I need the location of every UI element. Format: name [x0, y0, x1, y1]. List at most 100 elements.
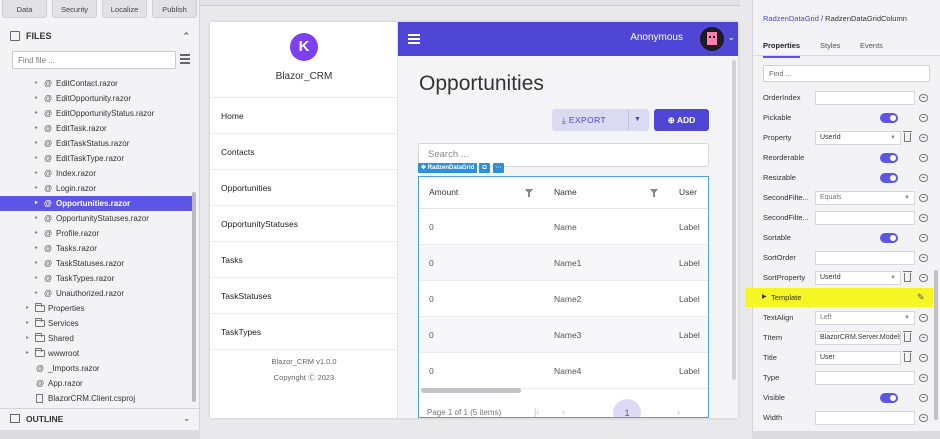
files-header[interactable]: FILES ⌃ — [0, 26, 200, 46]
table-row[interactable]: 0 Name2 Label — [419, 281, 708, 317]
link-icon[interactable] — [919, 354, 928, 362]
data-button[interactable]: Data — [2, 0, 47, 18]
nav-item-taskstatuses[interactable]: TaskStatuses — [210, 278, 398, 314]
page-number[interactable]: 1 — [613, 399, 641, 417]
property-select[interactable]: UserId ▼ — [815, 271, 901, 285]
chevron-right-icon[interactable]: ▸ — [35, 226, 38, 241]
chevron-right-icon[interactable]: ▸ — [26, 346, 29, 361]
link-icon[interactable] — [919, 394, 928, 402]
security-button[interactable]: Security — [52, 0, 97, 18]
file-item[interactable]: ▸ @ OpportunityStatuses.razor — [0, 211, 192, 226]
column-header-name[interactable]: Name — [554, 177, 577, 207]
chevron-up-icon[interactable]: ⌃ — [182, 31, 190, 42]
property-toggle[interactable] — [880, 113, 898, 123]
more-icon[interactable]: ⋯ — [493, 163, 504, 173]
link-icon[interactable] — [919, 274, 928, 282]
canvas-scrollbar[interactable] — [732, 60, 736, 380]
chevron-right-icon[interactable]: ▸ — [35, 196, 38, 211]
link-icon[interactable] — [919, 114, 928, 122]
property-select[interactable]: Equals ▼ — [815, 191, 915, 205]
file-item[interactable]: ▸ @ TaskTypes.razor — [0, 271, 192, 286]
next-page-icon[interactable]: › — [677, 407, 680, 417]
chevron-right-icon[interactable]: ▸ — [26, 301, 29, 316]
chevron-right-icon[interactable]: ▸ — [35, 76, 38, 91]
chevron-down-icon[interactable]: ⌄ — [183, 414, 190, 423]
link-icon[interactable] — [919, 194, 928, 202]
link-icon[interactable] — [919, 334, 928, 342]
file-item[interactable]: ▸ @ Tasks.razor — [0, 241, 192, 256]
filter-list-icon[interactable] — [180, 54, 190, 65]
link-icon[interactable] — [919, 174, 928, 182]
trash-icon[interactable] — [903, 271, 912, 282]
tab-styles[interactable]: Styles — [820, 36, 840, 56]
property-select[interactable]: UserId ▼ — [815, 131, 901, 145]
chevron-right-icon[interactable]: ▸ — [35, 286, 38, 301]
trash-icon[interactable] — [903, 131, 912, 142]
nav-item-tasks[interactable]: Tasks — [210, 242, 398, 278]
nav-item-opportunities[interactable]: Opportunities — [210, 170, 398, 206]
grid-h-scrollbar[interactable] — [421, 388, 521, 393]
chevron-right-icon[interactable]: ▸ — [35, 121, 38, 136]
link-icon[interactable] — [919, 414, 928, 422]
expand-arrow-icon[interactable]: ▶ — [762, 288, 767, 307]
chevron-right-icon[interactable]: ▸ — [35, 271, 38, 286]
property-input[interactable]: BlazorCRM.Server.Models.I — [815, 331, 901, 345]
file-item[interactable]: ▸ @ EditTask.razor — [0, 121, 192, 136]
table-row[interactable]: 0 Name Label — [419, 209, 708, 245]
user-name[interactable]: Anonymous — [630, 32, 683, 43]
outline-header[interactable]: OUTLINE ⌄ — [0, 408, 200, 428]
trash-icon[interactable] — [903, 351, 912, 362]
file-item[interactable]: @ _Imports.razor — [0, 361, 192, 376]
property-input[interactable] — [815, 251, 915, 265]
chevron-right-icon[interactable]: ▸ — [26, 331, 29, 346]
property-input[interactable]: User — [815, 351, 901, 365]
copy-icon[interactable]: ⧉ — [479, 163, 490, 173]
find-file-input[interactable] — [12, 51, 176, 69]
chevron-right-icon[interactable]: ▸ — [35, 241, 38, 256]
link-icon[interactable] — [919, 134, 928, 142]
pencil-icon[interactable]: ✎ — [917, 288, 925, 307]
file-item[interactable]: ▸ @ EditOpportunity.razor — [0, 91, 192, 106]
column-header-amount[interactable]: Amount — [429, 177, 458, 207]
add-button[interactable]: ⊕ ADD — [654, 109, 709, 131]
nav-item-opportunitystatuses[interactable]: OpportunityStatuses — [210, 206, 398, 242]
files-scrollbar[interactable] — [192, 192, 196, 402]
folder-item[interactable]: ▸ Properties — [0, 301, 192, 316]
column-header-user[interactable]: User — [679, 177, 697, 207]
export-button[interactable]: ⤓ EXPORT ▼ — [552, 109, 649, 131]
link-icon[interactable] — [919, 314, 928, 322]
property-select[interactable]: Left ▼ — [815, 311, 915, 325]
table-row[interactable]: 0 Name4 Label — [419, 353, 708, 389]
file-item[interactable]: ▸ @ EditTaskStatus.razor — [0, 136, 192, 151]
first-page-icon[interactable]: |‹ — [534, 407, 539, 417]
property-input[interactable] — [815, 211, 915, 225]
chevron-right-icon[interactable]: ▸ — [35, 181, 38, 196]
filter-icon[interactable] — [650, 189, 658, 197]
file-item[interactable]: BlazorCRM.Client.csproj — [0, 391, 192, 406]
nav-item-home[interactable]: Home — [210, 98, 398, 134]
table-row[interactable]: 0 Name1 Label — [419, 245, 708, 281]
chevron-right-icon[interactable]: ▸ — [35, 211, 38, 226]
property-toggle[interactable] — [880, 173, 898, 183]
property-input[interactable] — [815, 371, 915, 385]
chevron-right-icon[interactable]: ▸ — [35, 91, 38, 106]
chevron-right-icon[interactable]: ▸ — [35, 166, 38, 181]
link-icon[interactable] — [919, 214, 928, 222]
file-item[interactable]: @ App.razor — [0, 376, 192, 391]
properties-scrollbar[interactable] — [934, 270, 938, 420]
file-item[interactable]: ▸ @ Unauthorized.razor — [0, 286, 192, 301]
property-toggle[interactable] — [880, 233, 898, 243]
property-input[interactable] — [815, 91, 915, 105]
chevron-right-icon[interactable]: ▸ — [35, 106, 38, 121]
file-item[interactable]: ▸ @ Profile.razor — [0, 226, 192, 241]
file-item[interactable]: ▸ @ Index.razor — [0, 166, 192, 181]
trash-icon[interactable] — [903, 331, 912, 342]
chevron-right-icon[interactable]: ▸ — [26, 316, 29, 331]
file-item[interactable]: ▸ @ EditContact.razor — [0, 76, 192, 91]
file-item[interactable]: ▸ @ EditOpportunityStatus.razor — [0, 106, 192, 121]
chevron-down-icon[interactable]: ⌄ — [727, 32, 735, 43]
link-icon[interactable] — [919, 94, 928, 102]
table-row[interactable]: 0 Name3 Label — [419, 317, 708, 353]
breadcrumb-parent[interactable]: RadzenDataGrid — [763, 14, 819, 23]
property-input[interactable] — [815, 411, 915, 425]
